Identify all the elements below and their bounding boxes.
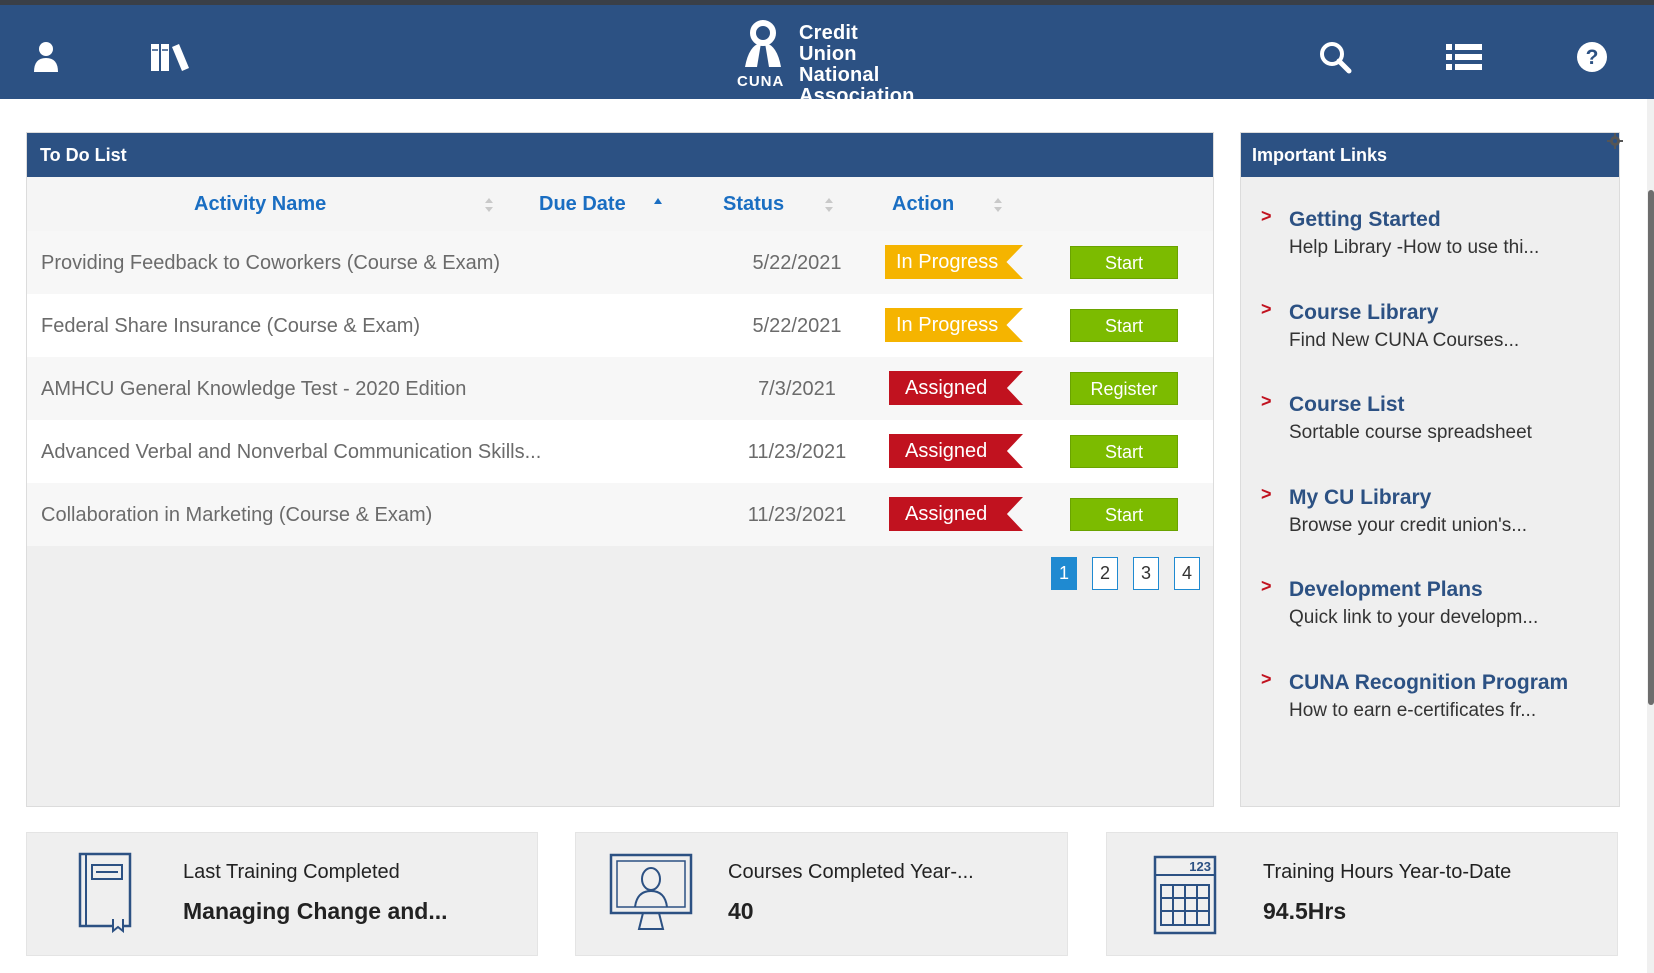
stat-training-hours: 123 Training Hours Year-to-Date 94.5Hrs (1106, 832, 1618, 956)
link-item-course-list[interactable]: > Course List Sortable course spreadshee… (1241, 391, 1619, 461)
col-action[interactable]: Action (892, 193, 954, 216)
book-icon (78, 852, 132, 933)
register-button[interactable]: Register (1070, 372, 1178, 405)
status-badge: Assigned (889, 497, 1023, 531)
activity-name[interactable]: Collaboration in Marketing (Course & Exa… (41, 504, 432, 527)
status-badge: Assigned (889, 371, 1023, 405)
sort-both-icon[interactable] (824, 197, 834, 213)
page-button-4[interactable]: 4 (1174, 557, 1200, 590)
page-button-1[interactable]: 1 (1051, 557, 1077, 590)
library-icon[interactable] (148, 35, 192, 79)
link-description: How to earn e-certificates fr... (1289, 700, 1537, 721)
chevron-right-icon: > (1261, 206, 1272, 226)
stat-courses-completed: Courses Completed Year-... 40 (575, 832, 1068, 956)
link-item-getting-started[interactable]: > Getting Started Help Library -How to u… (1241, 206, 1619, 276)
link-title[interactable]: Development Plans (1289, 578, 1483, 602)
due-date: 11/23/2021 (747, 504, 847, 526)
gear-icon[interactable] (1607, 133, 1623, 149)
table-row: AMHCU General Knowledge Test - 2020 Edit… (27, 357, 1213, 420)
stat-value: 94.5Hrs (1263, 898, 1347, 924)
status-badge: Assigned (889, 434, 1023, 468)
sort-both-icon[interactable] (484, 197, 494, 213)
due-date: 5/22/2021 (752, 252, 842, 274)
stat-label: Training Hours Year-to-Date (1263, 861, 1512, 883)
cuna-logo: CUNA Credit Union National Association (735, 17, 915, 107)
link-title[interactable]: My CU Library (1289, 486, 1431, 510)
search-icon[interactable] (1313, 35, 1357, 79)
brand-name: Credit Union National Association (799, 22, 915, 107)
stat-value: 40 (728, 898, 754, 924)
brand-abbrev: CUNA (737, 73, 785, 90)
important-links-title: Important Links (1241, 133, 1619, 177)
status-badge: In Progress (885, 308, 1023, 342)
menu-list-icon[interactable] (1442, 35, 1486, 79)
stat-label: Courses Completed Year-... (728, 861, 974, 883)
due-date: 7/3/2021 (758, 378, 836, 400)
todo-panel: To Do List Activity Name Due Date Status… (26, 132, 1214, 807)
app-header: CUNA Credit Union National Association ? (0, 5, 1654, 107)
due-date: 11/23/2021 (747, 441, 847, 463)
status-badge: In Progress (885, 245, 1023, 279)
chevron-right-icon: > (1261, 576, 1272, 596)
help-icon[interactable]: ? (1570, 35, 1614, 79)
activity-name[interactable]: Advanced Verbal and Nonverbal Communicat… (41, 441, 541, 464)
cuna-emblem-icon (745, 20, 781, 67)
start-button[interactable]: Start (1070, 309, 1178, 342)
due-date: 5/22/2021 (752, 315, 842, 337)
important-links-panel: Important Links > Getting Started Help L… (1240, 132, 1620, 807)
page-button-3[interactable]: 3 (1133, 557, 1159, 590)
link-description: Sortable course spreadsheet (1289, 422, 1532, 443)
table-row: Collaboration in Marketing (Course & Exa… (27, 483, 1213, 546)
page-button-2[interactable]: 2 (1092, 557, 1118, 590)
sort-ascending-icon[interactable] (653, 197, 663, 213)
link-title[interactable]: Getting Started (1289, 208, 1441, 232)
monitor-person-icon (609, 853, 693, 930)
user-icon[interactable] (24, 35, 68, 79)
todo-panel-title: To Do List (27, 133, 1213, 177)
chevron-right-icon: > (1261, 391, 1272, 411)
chevron-right-icon: > (1261, 669, 1272, 689)
start-button[interactable]: Start (1070, 246, 1178, 279)
table-row: Providing Feedback to Coworkers (Course … (27, 231, 1213, 294)
link-description: Quick link to your developm... (1289, 607, 1539, 628)
start-button[interactable]: Start (1070, 498, 1178, 531)
link-item-my-cu-library[interactable]: > My CU Library Browse your credit union… (1241, 484, 1619, 554)
link-description: Browse your credit union's... (1289, 515, 1528, 536)
table-row: Advanced Verbal and Nonverbal Communicat… (27, 420, 1213, 483)
col-status[interactable]: Status (723, 193, 784, 216)
link-title[interactable]: Course Library (1289, 301, 1438, 325)
stat-label: Last Training Completed (183, 861, 400, 883)
chevron-right-icon: > (1261, 484, 1272, 504)
calendar-icon: 123 (1153, 855, 1217, 935)
link-title[interactable]: CUNA Recognition Program (1289, 671, 1568, 695)
activity-name[interactable]: Providing Feedback to Coworkers (Course … (41, 252, 500, 275)
link-description: Help Library -How to use thi... (1289, 237, 1540, 258)
chevron-right-icon: > (1261, 299, 1272, 319)
link-item-cuna-recognition-program[interactable]: > CUNA Recognition Program How to earn e… (1241, 669, 1619, 739)
table-row: Federal Share Insurance (Course & Exam) … (27, 294, 1213, 357)
link-item-course-library[interactable]: > Course Library Find New CUNA Courses..… (1241, 299, 1619, 369)
link-item-development-plans[interactable]: > Development Plans Quick link to your d… (1241, 576, 1619, 646)
activity-name[interactable]: AMHCU General Knowledge Test - 2020 Edit… (41, 378, 466, 401)
sort-both-icon[interactable] (993, 197, 1003, 213)
page-scrollbar-thumb[interactable] (1648, 190, 1654, 705)
link-description: Find New CUNA Courses... (1289, 330, 1520, 351)
stat-value[interactable]: Managing Change and... (183, 898, 448, 925)
start-button[interactable]: Start (1070, 435, 1178, 468)
activity-name[interactable]: Federal Share Insurance (Course & Exam) (41, 315, 420, 338)
col-due-date[interactable]: Due Date (539, 193, 626, 216)
stat-last-training: Last Training Completed Managing Change … (26, 832, 538, 956)
col-activity-name[interactable]: Activity Name (194, 193, 326, 216)
svg-text:?: ? (1586, 46, 1599, 69)
svg-text:123: 123 (1189, 859, 1211, 874)
link-title[interactable]: Course List (1289, 393, 1405, 417)
todo-table-header: Activity Name Due Date Status Action (27, 177, 1213, 231)
